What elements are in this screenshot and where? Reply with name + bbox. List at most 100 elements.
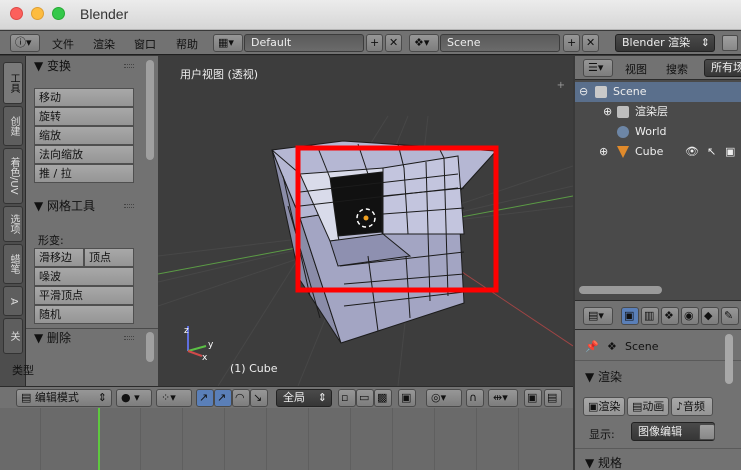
expand-icon[interactable]: ⊕ [599, 142, 608, 162]
pivot-select[interactable]: ⁘▾ [156, 389, 192, 407]
properties-editor-type[interactable]: ▤▾ [583, 307, 613, 325]
render-audio-button[interactable]: ♪音频 [671, 397, 713, 416]
world-tab[interactable]: ◉ [681, 307, 699, 325]
render-icon: ▣ [588, 400, 599, 413]
render-context-tab[interactable]: ▣ [621, 307, 639, 325]
render-image-button[interactable]: ▣渲染 [583, 397, 625, 416]
mesh-tools-panel-header[interactable]: ▼ 网格工具 [26, 196, 158, 216]
move-button[interactable]: 移动 [34, 88, 134, 107]
current-frame-cursor[interactable] [98, 408, 100, 470]
tab-options[interactable]: 选项 [3, 206, 23, 242]
menu-render[interactable]: 渲染 [93, 36, 115, 52]
scale-manipulator[interactable]: ↘ [250, 389, 268, 407]
drag-grip-icon[interactable] [124, 336, 134, 340]
layout-name-field[interactable]: Default [244, 34, 364, 52]
expand-icon[interactable]: ⊕ [603, 102, 612, 122]
layout-browse-button[interactable]: ▦▾ [213, 34, 243, 52]
edge-select-mode[interactable]: ▭ [356, 389, 374, 407]
scene-canvas[interactable]: z y x [158, 56, 573, 386]
shrink-fatten-button[interactable]: 法向缩放 [34, 145, 134, 164]
noise-button[interactable]: 噪波 [34, 267, 134, 286]
opengl-render-button[interactable]: ▣ [524, 389, 542, 407]
tab-create[interactable]: 创建 [3, 106, 23, 146]
manipulator-toggle[interactable]: ↗ [196, 389, 214, 407]
outliner-menu-view[interactable]: 视图 [625, 61, 647, 77]
gizmo-y-label: y [208, 340, 214, 350]
snap-toggle[interactable]: ∩ [466, 389, 484, 407]
outliner-icon: ☰▾ [588, 61, 604, 74]
object-tab[interactable]: ◆ [701, 307, 719, 325]
toolshelf-scrollbar[interactable] [146, 60, 154, 160]
outliner-row-render-layers[interactable]: ⊕ 渲染层 [575, 102, 741, 122]
tab-a[interactable]: A [3, 286, 23, 316]
menu-window[interactable]: 窗口 [134, 36, 156, 52]
push-pull-button[interactable]: 推 / 拉 [34, 164, 134, 183]
menu-help[interactable]: 帮助 [176, 36, 198, 52]
delete-layout-button[interactable]: ✕ [385, 34, 402, 52]
proportional-edit-select[interactable]: ◎▾ [426, 389, 462, 407]
scene-tab[interactable]: ❖ [661, 307, 679, 325]
occlude-geometry-toggle[interactable]: ▣ [398, 389, 416, 407]
snap-element-select[interactable]: ⇹▾ [488, 389, 518, 407]
drag-grip-icon[interactable] [124, 204, 134, 208]
scale-button[interactable]: 缩放 [34, 126, 134, 145]
outliner-filter-select[interactable]: 所有场 [704, 59, 741, 77]
edge-slide-button[interactable]: 滑移边 [34, 248, 84, 267]
minimize-window-button[interactable] [31, 7, 44, 20]
cursor-select-icon[interactable]: ↖ [707, 142, 716, 162]
zoom-window-button[interactable] [52, 7, 65, 20]
vertex-select-mode[interactable]: ▫ [338, 389, 356, 407]
outliner-horizontal-scrollbar[interactable] [579, 286, 662, 294]
3d-viewport[interactable]: 用户视图 (透视) z y x (1) Cube + [158, 56, 573, 386]
eye-icon[interactable]: 👁 [685, 142, 699, 162]
render-panel-header[interactable]: ▼ 渲染 [585, 368, 622, 385]
tab-close[interactable]: 关 [3, 318, 23, 354]
outliner-menu-search[interactable]: 搜索 [666, 61, 688, 77]
tab-tools[interactable]: 工具 [3, 62, 23, 104]
delete-scene-button[interactable]: ✕ [582, 34, 599, 52]
pin-icon[interactable]: 📌 [585, 340, 599, 353]
randomize-button[interactable]: 随机 [34, 305, 134, 324]
opengl-anim-button[interactable]: ▤ [544, 389, 562, 407]
header-collapse-icon[interactable] [8, 389, 16, 407]
mode-select[interactable]: ▤ 编辑模式 ⇕ [16, 389, 112, 407]
translate-manipulator[interactable]: ↗ [214, 389, 232, 407]
info-extra-button[interactable] [722, 35, 738, 51]
corner-plus-icon[interactable]: + [557, 80, 565, 91]
modifier-tab[interactable]: ✎ [721, 307, 739, 325]
outliner-row-scene[interactable]: ⊖ Scene [575, 82, 741, 102]
orientation-select[interactable]: 全局 ⇕ [276, 389, 332, 407]
render-engine-select[interactable]: Blender 渲染 ⇕ [615, 34, 715, 52]
add-scene-button[interactable]: + [563, 34, 580, 52]
drag-grip-icon[interactable] [124, 64, 134, 68]
scene-name-field[interactable]: Scene [440, 34, 560, 52]
collapse-icon[interactable]: ⊖ [579, 82, 588, 102]
tab-shading-uv[interactable]: 着色/UV [3, 148, 23, 204]
add-layout-button[interactable]: + [366, 34, 383, 52]
properties-icon: ▤▾ [588, 309, 604, 322]
transform-panel-header[interactable]: ▼ 变换 [26, 56, 158, 76]
face-select-mode[interactable]: ▩ [374, 389, 392, 407]
lock-interface-toggle[interactable] [699, 424, 715, 440]
scene-browse-button[interactable]: ❖▾ [409, 34, 439, 52]
outliner-editor-type[interactable]: ☰▾ [583, 59, 613, 77]
render-layers-tab[interactable]: ▥ [641, 307, 659, 325]
properties-scrollbar[interactable] [725, 334, 733, 384]
rotate-button[interactable]: 旋转 [34, 107, 134, 126]
close-window-button[interactable] [10, 7, 23, 20]
smooth-vertex-button[interactable]: 平滑顶点 [34, 286, 134, 305]
shading-select[interactable]: ● ▾ [116, 389, 152, 407]
render-animation-button[interactable]: ▤动画 [627, 397, 669, 416]
menu-file[interactable]: 文件 [52, 36, 74, 52]
vertex-slide-button[interactable]: 顶点 [84, 248, 134, 267]
editor-type-button[interactable]: ⓘ▾ [10, 34, 40, 52]
tab-grease-pencil[interactable]: 蜡笔 [3, 244, 23, 284]
timeline-area[interactable] [0, 408, 573, 470]
render-camera-icon[interactable]: ▣ [725, 142, 735, 162]
outliner-row-cube[interactable]: ⊕ Cube 👁 ↖ ▣ [575, 142, 741, 162]
dimensions-panel-header[interactable]: ▼ 规格 [585, 454, 622, 470]
rotate-manipulator[interactable]: ◠ [232, 389, 250, 407]
delete-panel-header[interactable]: ▼ 删除 [26, 328, 158, 348]
delete-panel-scrollbar[interactable] [146, 332, 154, 362]
outliner-row-world[interactable]: World [575, 122, 741, 142]
